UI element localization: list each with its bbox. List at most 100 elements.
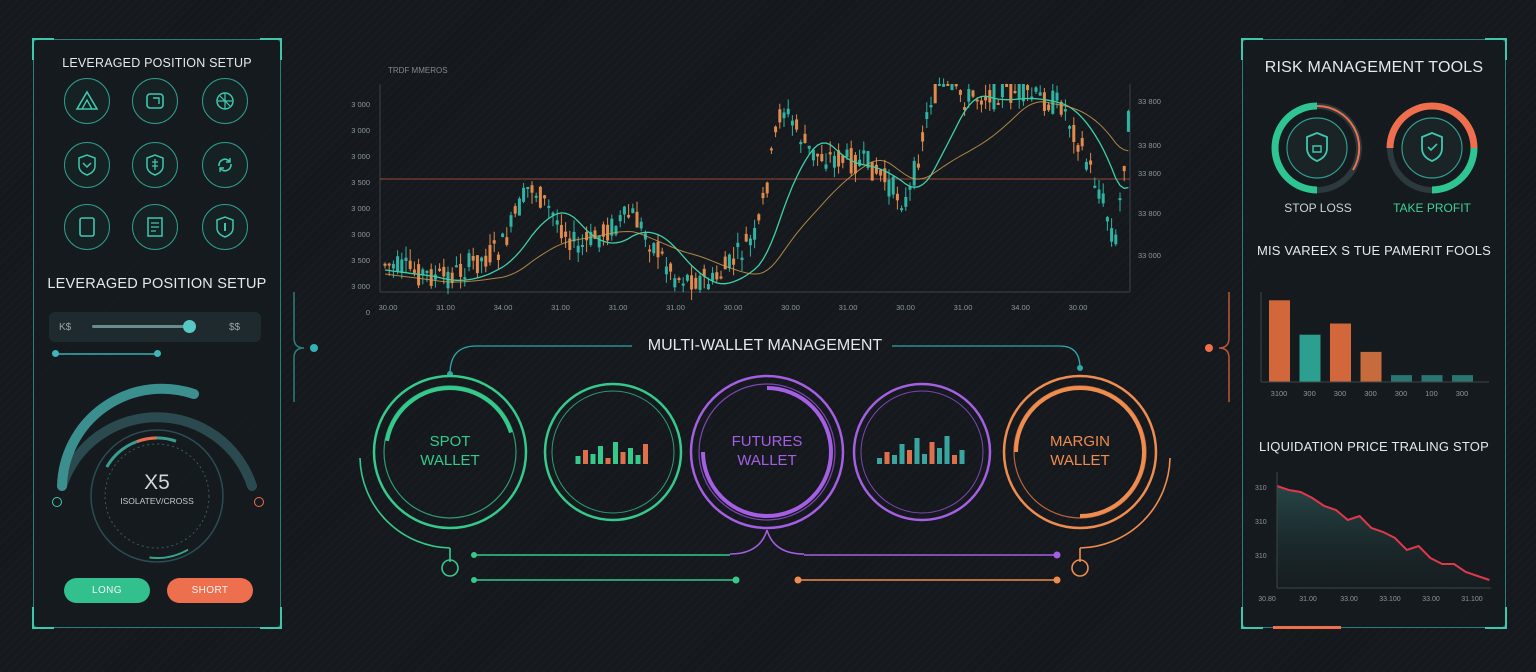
liquidation-area (1277, 486, 1490, 588)
mini-bar (590, 454, 596, 464)
candle (744, 233, 748, 242)
risk-panel: RISK MANAGEMENT TOOLS STOP LOSS TAKE PRO… (1241, 38, 1507, 629)
shield-chevron-icon[interactable] (64, 142, 110, 188)
candle (778, 109, 782, 123)
candle (732, 258, 736, 265)
liquidation-x-tick: 33.00 (1340, 596, 1358, 603)
candle (874, 164, 878, 174)
leverage-gauge[interactable] (44, 368, 270, 568)
candle (383, 263, 387, 266)
candle (509, 215, 513, 227)
x-tick-label: 31.00 (839, 303, 858, 312)
candle (1093, 185, 1097, 188)
futures-activity-chart[interactable] (852, 382, 992, 522)
y-tick-label: 0 (366, 308, 370, 317)
moving-average-slow (384, 101, 1129, 283)
liquidation-chart: 310 310 310 30.80 31.00 33.00 33.100 33.00 31.10… (1255, 472, 1491, 603)
liquidation-x-tick: 33.100 (1379, 596, 1401, 603)
secondary-slider[interactable] (54, 353, 159, 355)
candle (862, 150, 866, 154)
candle (694, 277, 698, 289)
candle (996, 102, 1000, 105)
candle (967, 88, 971, 102)
candle (387, 263, 391, 266)
candle (547, 205, 551, 208)
candle (517, 198, 521, 216)
candle (900, 208, 904, 211)
y-tick-label: 3 500 (351, 178, 370, 187)
candle (391, 263, 395, 269)
spot-wallet[interactable] (359, 374, 528, 577)
risk-bar-tick: 300 (1456, 389, 1469, 398)
leverage-slider-handle[interactable] (183, 320, 196, 333)
x-tick-label: 30.00 (1069, 303, 1088, 312)
candle (769, 148, 773, 151)
risk-bar (1360, 351, 1382, 382)
candle (933, 84, 937, 104)
candle (627, 214, 631, 218)
candle (664, 266, 668, 275)
risk-subtitle: MIS VAREEX S TUE PAMERIT FOOLS (1256, 243, 1492, 258)
mountain-icon[interactable] (64, 78, 110, 124)
candle (1076, 145, 1080, 152)
leverage-slider[interactable] (92, 325, 188, 328)
shield-icon[interactable] (202, 204, 248, 250)
candle (475, 255, 479, 274)
mini-bar (605, 458, 611, 464)
wallet-icon[interactable] (132, 78, 178, 124)
candle (706, 284, 710, 290)
y-tick-label: 3 000 (351, 126, 370, 135)
liquidation-y-tick: 310 (1255, 485, 1267, 492)
risk-bar-tick: 300 (1364, 389, 1377, 398)
price-chart[interactable]: TRDF MMEROS 3 0003 0003 0003 5003 0003 0… (345, 44, 1175, 319)
candle (425, 270, 429, 273)
candle (921, 132, 925, 142)
candle (891, 176, 895, 195)
candle (795, 119, 799, 130)
take-profit-dial[interactable] (1384, 100, 1480, 196)
candle (526, 186, 530, 189)
candle (916, 163, 920, 168)
long-button[interactable]: LONG (64, 578, 150, 603)
candle (790, 120, 794, 126)
mini-bar (907, 450, 912, 464)
margin-wallet[interactable] (1002, 374, 1171, 577)
candle (887, 179, 891, 197)
candle (1126, 111, 1130, 132)
candle (1063, 109, 1067, 112)
candle (677, 278, 681, 281)
candle (429, 269, 433, 286)
risk-bar (1330, 323, 1351, 382)
liquidation-x-tick: 31.100 (1461, 596, 1483, 603)
spot-activity-chart[interactable] (543, 382, 683, 522)
liquidation-x-tick: 31.00 (1299, 596, 1317, 603)
secondary-slider-handle[interactable] (154, 350, 161, 357)
short-button[interactable]: SHORT (167, 578, 253, 603)
candle (534, 195, 538, 198)
candle (975, 99, 979, 102)
refresh-icon[interactable] (202, 142, 248, 188)
candle (408, 260, 412, 270)
candle (454, 265, 458, 268)
chart-lines (384, 95, 1129, 285)
margin-mode-label[interactable]: ISOLATEV/CROSS (34, 496, 280, 506)
margin-wallet-line2: WALLET (1050, 452, 1110, 469)
candle (505, 237, 509, 245)
stop-loss-dial[interactable] (1269, 100, 1365, 196)
candle (870, 162, 874, 181)
candle (1000, 84, 1004, 98)
candle (942, 84, 946, 87)
network-icon[interactable] (202, 78, 248, 124)
mini-bar (635, 455, 641, 464)
chart-caption: TRDF MMEROS (388, 66, 448, 75)
x-tick-label: 31.00 (609, 303, 628, 312)
mini-bar (922, 454, 927, 464)
risk-bar-tick: 3100 (1271, 389, 1288, 398)
candle (631, 208, 635, 214)
candle (564, 231, 568, 237)
candle (576, 245, 580, 253)
risk-bar-tick: 300 (1395, 389, 1408, 398)
shield-dollar-icon[interactable] (132, 142, 178, 188)
tablet-icon[interactable] (64, 204, 110, 250)
receipt-icon[interactable] (132, 204, 178, 250)
